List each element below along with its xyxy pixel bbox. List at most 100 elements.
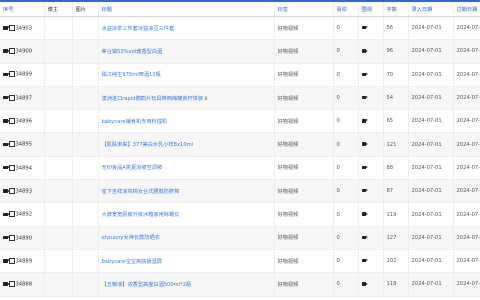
video-camera-icon[interactable] (361, 49, 368, 53)
title-cell: 冰益凉茶三件套冰益凉豆三件套 (98, 16, 275, 41)
row-index-cell: 34893 (0, 179, 45, 204)
column-header-title[interactable]: 标题 (98, 2, 275, 17)
title-link[interactable]: 冰益凉茶三件套冰益凉豆三件套 (102, 26, 175, 32)
video-camera-icon[interactable] (361, 72, 368, 76)
table-row: 34890 ohsunny女神长款防晒衣 好物视频 0 127 2024-07-01 202… (0, 226, 480, 250)
video-camera-icon[interactable] (361, 165, 368, 170)
title-cell: 无印良品A类夏凉被空调被 (98, 156, 275, 181)
title-link[interactable]: 珠江纯生975ml啤酒12瓶 (102, 72, 161, 78)
row-index-cell: 34890 (0, 226, 45, 250)
video-camera-icon[interactable] (361, 119, 368, 123)
column-header-index[interactable]: 序号 (0, 2, 45, 17)
row-select-checkbox[interactable] (9, 118, 15, 125)
row-select-checkbox[interactable] (9, 71, 15, 78)
views-cell[interactable] (358, 86, 384, 111)
row-id: 34893 (15, 188, 33, 195)
column-header-entry-date[interactable]: 录入日期 (408, 2, 454, 17)
views-cell[interactable] (358, 63, 384, 87)
row-select-checkbox[interactable] (9, 234, 15, 241)
column-header-views[interactable]: 围观 (358, 2, 384, 17)
views-cell[interactable] (358, 249, 384, 274)
column-header-image: 图片 (72, 2, 99, 17)
row-id: 34894 (15, 165, 33, 172)
column-header-likes[interactable]: 喜欢 (333, 2, 359, 17)
blogger-cell (44, 272, 73, 297)
title-link[interactable]: babycare辅食机专用料理机 (102, 119, 168, 125)
row-select-checkbox[interactable] (9, 141, 15, 148)
title-link[interactable]: 茅台镇53%vol酱香型白酒 (102, 49, 163, 55)
row-id: 34889 (15, 258, 33, 265)
table-header-row: 序号 博主 图片 标题 标签 喜欢 围观 字数 录入日期 过期日期 (0, 2, 480, 17)
row-select-checkbox[interactable] (9, 24, 15, 31)
entry-date-cell: 2024-07-01 (408, 179, 454, 204)
views-cell[interactable] (358, 132, 384, 157)
expiry-date-cell: 2024-07-07 (453, 86, 480, 111)
video-camera-icon[interactable] (361, 189, 368, 193)
likes-cell: 0 (333, 202, 359, 227)
title-link[interactable]: babycare宝宝爽肤锁湿屏 (102, 259, 162, 265)
row-select-checkbox[interactable] (9, 211, 15, 218)
video-camera-icon[interactable] (361, 212, 368, 216)
image-cell (72, 16, 99, 41)
title-link[interactable]: ohsunny女神长款防晒衣 (102, 235, 160, 241)
video-camera-icon (3, 96, 9, 100)
views-cell[interactable] (358, 179, 384, 204)
title-link[interactable]: 【肌肤未来】377美白水乳小样8x10ml (102, 142, 194, 148)
likes-cell: 0 (333, 272, 359, 297)
expiry-date-cell: 2024-07-05 (453, 109, 480, 134)
views-cell[interactable] (358, 109, 384, 134)
title-link[interactable]: 澳洲进口rapid鹦鹉片玩具带西梅罐食杆饼装 (102, 96, 204, 102)
video-camera-icon[interactable] (361, 25, 368, 30)
table-row: 34892 大牌宽宽厨房升级冰箱家用除蛾仪 好物视频 0 119 2024-07-01 20… (0, 202, 480, 227)
expiry-date-cell: 2024-07-05 (453, 249, 480, 274)
row-id: 34900 (15, 48, 33, 55)
word-count-cell: 87 (383, 179, 409, 204)
views-cell[interactable] (358, 39, 384, 64)
views-cell[interactable] (358, 16, 384, 41)
column-header-blogger: 博主 (44, 2, 73, 17)
table-row: 34900 茅台镇53%vol酱香型白酒 好物视频 0 96 2024-07-01 2024… (0, 39, 480, 64)
views-cell[interactable] (358, 226, 384, 250)
video-camera-icon[interactable] (361, 235, 368, 239)
likes-cell: 0 (333, 179, 359, 204)
video-camera-icon (3, 142, 9, 147)
column-header-expiry-date[interactable]: 过期日期 (453, 2, 480, 17)
title-link[interactable]: 雀下吉祥凉帘棉女台式腰鼓防鼾棉 (102, 189, 180, 195)
row-index-cell: 34892 (0, 202, 45, 227)
title-cell: 珠江纯生975ml啤酒12瓶 (98, 63, 275, 87)
row-select-checkbox[interactable] (9, 164, 15, 171)
row-select-checkbox[interactable] (9, 257, 15, 264)
views-cell[interactable] (358, 272, 384, 297)
row-index-cell: 34897 (0, 86, 45, 111)
row-id: 34896 (15, 118, 33, 125)
column-header-tag[interactable]: 标签 (274, 2, 334, 17)
row-select-checkbox[interactable] (9, 48, 15, 55)
video-camera-icon[interactable] (361, 258, 368, 263)
video-camera-icon (3, 259, 9, 263)
image-cell (72, 202, 99, 227)
views-cell[interactable] (358, 202, 384, 227)
row-select-checkbox[interactable] (9, 281, 15, 288)
video-camera-icon[interactable] (361, 282, 368, 286)
row-index-cell: 34894 (0, 156, 45, 181)
row-select-checkbox[interactable] (9, 187, 15, 194)
video-camera-icon (3, 49, 9, 53)
row-select-checkbox[interactable] (9, 94, 15, 101)
image-cell (72, 272, 99, 297)
title-link[interactable]: 【五粮液】浓香型高度白酒500ml*2瓶 (102, 282, 192, 288)
column-header-words[interactable]: 字数 (383, 2, 409, 17)
views-cell[interactable] (358, 156, 384, 181)
info-icon[interactable]: ℹ (205, 96, 207, 102)
title-cell: 【肌肤未来】377美白水乳小样8x10ml (98, 132, 275, 157)
title-link[interactable]: 无印良品A类夏凉被空调被 (102, 165, 163, 171)
title-link[interactable]: 大牌宽宽厨房升级冰箱家用除蛾仪 (102, 212, 180, 218)
blogger-cell (44, 179, 73, 204)
expiry-date-cell: 2024-07-05 (453, 202, 480, 227)
video-camera-icon (3, 189, 9, 193)
image-cell (72, 86, 99, 111)
video-camera-icon[interactable] (361, 95, 368, 100)
image-cell (72, 249, 99, 274)
image-cell (72, 39, 99, 64)
video-camera-icon[interactable] (361, 142, 368, 146)
word-count-cell: 56 (383, 16, 409, 41)
